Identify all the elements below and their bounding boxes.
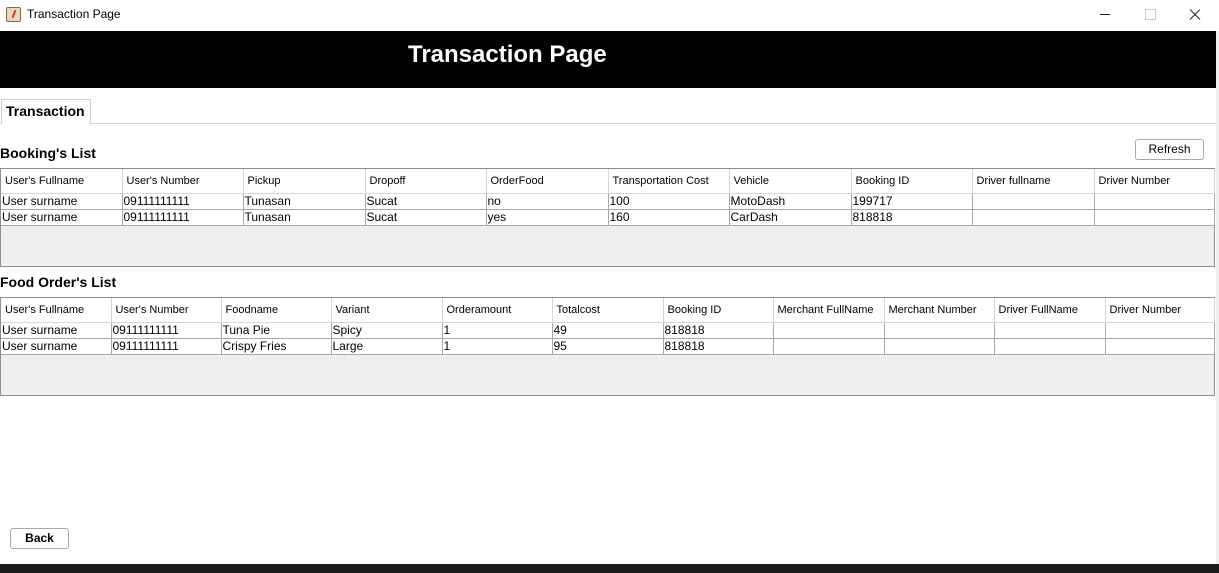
- java-app-icon: [6, 7, 21, 22]
- back-button[interactable]: Back: [10, 528, 69, 549]
- table-cell[interactable]: Tuna Pie: [221, 322, 332, 339]
- column-header[interactable]: Dropoff: [365, 169, 487, 194]
- table-cell[interactable]: 95: [552, 338, 664, 355]
- table-cell[interactable]: 09111111111: [122, 193, 244, 210]
- column-header[interactable]: User's Fullname: [1, 298, 112, 323]
- table-cell[interactable]: [1105, 338, 1215, 355]
- table-cell[interactable]: Sucat: [365, 209, 487, 226]
- table-cell[interactable]: Crispy Fries: [221, 338, 332, 355]
- table-cell[interactable]: [994, 322, 1106, 339]
- window-titlebar: Transaction Page: [0, 0, 1219, 31]
- table-cell[interactable]: 1: [442, 338, 553, 355]
- table-cell[interactable]: Spicy: [331, 322, 443, 339]
- table-cell[interactable]: [884, 338, 995, 355]
- table-cell[interactable]: Tunasan: [243, 209, 366, 226]
- table-cell[interactable]: 818818: [851, 209, 973, 226]
- table-cell[interactable]: User surname: [1, 322, 112, 339]
- column-header[interactable]: Variant: [331, 298, 443, 323]
- table-cell[interactable]: [1094, 193, 1215, 210]
- column-header[interactable]: Merchant Number: [884, 298, 995, 323]
- table-cell[interactable]: [773, 322, 885, 339]
- table-cell[interactable]: Sucat: [365, 193, 487, 210]
- taskbar-edge: [0, 564, 1219, 573]
- refresh-button[interactable]: Refresh: [1135, 139, 1204, 160]
- table-cell[interactable]: MotoDash: [729, 193, 852, 210]
- table-cell[interactable]: [773, 338, 885, 355]
- table-cell[interactable]: User surname: [1, 338, 112, 355]
- food-orders-header-row: User's Fullname User's Number Foodname Vari…: [1, 298, 1215, 323]
- tab-strip: Transaction: [0, 88, 1219, 124]
- column-header[interactable]: Foodname: [221, 298, 332, 323]
- table-cell[interactable]: Large: [331, 338, 443, 355]
- table-cell[interactable]: [972, 209, 1095, 226]
- column-header[interactable]: User's Fullname: [1, 169, 123, 194]
- table-row[interactable]: User surname 09111111111 Crispy Fries Large…: [1, 338, 1215, 355]
- table-cell[interactable]: [1094, 209, 1215, 226]
- food-orders-list-title: Food Order's List: [0, 274, 117, 290]
- column-header[interactable]: User's Number: [111, 298, 222, 323]
- table-cell[interactable]: 09111111111: [111, 322, 222, 339]
- column-header[interactable]: Booking ID: [851, 169, 973, 194]
- column-header[interactable]: Driver Number: [1105, 298, 1215, 323]
- column-header[interactable]: Driver Number: [1094, 169, 1215, 194]
- table-cell[interactable]: 09111111111: [122, 209, 244, 226]
- table-row[interactable]: User surname 09111111111 Tunasan Sucat no 100…: [1, 193, 1215, 210]
- column-header[interactable]: Driver fullname: [972, 169, 1095, 194]
- column-header[interactable]: Booking ID: [663, 298, 774, 323]
- table-cell[interactable]: User surname: [1, 209, 123, 226]
- table-cell[interactable]: 818818: [663, 338, 774, 355]
- table-cell[interactable]: 09111111111: [111, 338, 222, 355]
- table-cell[interactable]: CarDash: [729, 209, 852, 226]
- table-cell[interactable]: [972, 193, 1095, 210]
- header-banner: [0, 31, 1219, 88]
- bookings-list-title: Booking's List: [0, 145, 96, 161]
- column-header[interactable]: User's Number: [122, 169, 244, 194]
- minimize-icon[interactable]: [1082, 0, 1128, 31]
- page-title: Transaction Page: [408, 41, 607, 68]
- column-header[interactable]: Driver FullName: [994, 298, 1106, 323]
- column-header[interactable]: Transportation Cost: [608, 169, 730, 194]
- column-header[interactable]: Vehicle: [729, 169, 852, 194]
- bookings-table[interactable]: User's Fullname User's Number Pickup Dropof…: [0, 168, 1215, 267]
- tab-transaction[interactable]: Transaction: [1, 99, 91, 124]
- maximize-icon[interactable]: [1127, 0, 1173, 31]
- column-header[interactable]: OrderFood: [486, 169, 609, 194]
- column-header[interactable]: Merchant FullName: [773, 298, 885, 323]
- table-row[interactable]: User surname 09111111111 Tunasan Sucat yes 16…: [1, 209, 1215, 226]
- table-cell[interactable]: [884, 322, 995, 339]
- table-cell[interactable]: [1105, 322, 1215, 339]
- table-cell[interactable]: no: [486, 193, 609, 210]
- table-cell[interactable]: 100: [608, 193, 730, 210]
- table-cell[interactable]: 818818: [663, 322, 774, 339]
- table-cell[interactable]: User surname: [1, 193, 123, 210]
- column-header[interactable]: Orderamount: [442, 298, 553, 323]
- column-header[interactable]: Pickup: [243, 169, 366, 194]
- table-cell[interactable]: [994, 338, 1106, 355]
- bookings-header-row: User's Fullname User's Number Pickup Dropof…: [1, 169, 1215, 194]
- table-cell[interactable]: yes: [486, 209, 609, 226]
- table-row[interactable]: User surname 09111111111 Tuna Pie Spicy 1 49 8…: [1, 322, 1215, 339]
- column-header[interactable]: Totalcost: [552, 298, 664, 323]
- table-cell[interactable]: 199717: [851, 193, 973, 210]
- table-cell[interactable]: 49: [552, 322, 664, 339]
- close-icon[interactable]: [1172, 0, 1218, 31]
- window-title: Transaction Page: [27, 7, 121, 21]
- table-cell[interactable]: 160: [608, 209, 730, 226]
- table-cell[interactable]: 1: [442, 322, 553, 339]
- table-cell[interactable]: Tunasan: [243, 193, 366, 210]
- food-orders-table[interactable]: User's Fullname User's Number Foodname Vari…: [0, 297, 1215, 396]
